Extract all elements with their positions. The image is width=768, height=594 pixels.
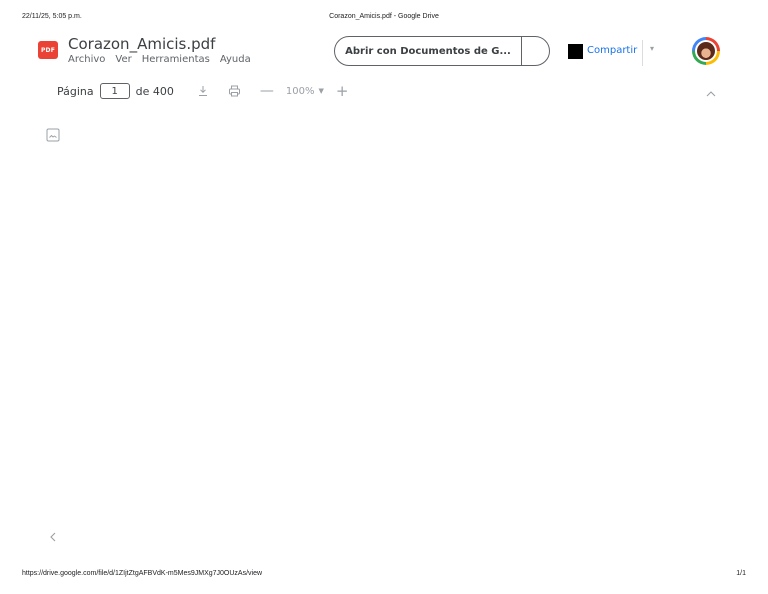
page-label: Página — [57, 84, 94, 98]
page-total: de 400 — [135, 84, 174, 98]
share-button[interactable]: Compartir — [587, 45, 637, 56]
caret-down-icon[interactable]: ▼ — [318, 87, 323, 95]
chevron-up-icon[interactable] — [705, 86, 717, 97]
menu-item-ver[interactable]: Ver — [115, 54, 131, 65]
zoom-in-button[interactable]: + — [336, 82, 349, 100]
print-icon[interactable] — [228, 84, 242, 98]
share-dropdown-icon[interactable]: ▾ — [650, 44, 654, 53]
menu-bar: Archivo Ver Herramientas Ayuda — [68, 54, 251, 65]
open-with-button-group: Abrir con Documentos de G... — [334, 36, 550, 66]
avatar-image — [697, 42, 715, 60]
page-url: https://drive.google.com/file/d/1ZIjtZtg… — [22, 570, 263, 577]
avatar[interactable] — [692, 37, 720, 65]
print-title: Corazon_Amicis.pdf - Google Drive — [329, 13, 439, 20]
share-divider — [642, 40, 643, 66]
page-number-input[interactable] — [99, 83, 130, 99]
open-with-button[interactable]: Abrir con Documentos de G... — [335, 37, 522, 65]
open-with-dropdown-button[interactable] — [522, 37, 549, 65]
page-count: 1/1 — [736, 570, 746, 577]
download-icon[interactable] — [196, 84, 210, 98]
menu-item-herramientas[interactable]: Herramientas — [142, 54, 210, 65]
pdf-toolbar: Página de 400 — 100% ▼ + — [57, 82, 348, 100]
print-header: 22/11/25, 5:05 p.m. Corazon_Amicis.pdf -… — [22, 13, 746, 25]
print-footer: https://drive.google.com/file/d/1ZIjtZtg… — [22, 570, 746, 582]
image-icon[interactable] — [46, 128, 60, 142]
chevron-left-icon[interactable] — [48, 530, 58, 544]
avatar-ring — [695, 40, 717, 62]
zoom-level[interactable]: 100% — [286, 86, 315, 97]
zoom-out-button[interactable]: — — [260, 83, 274, 99]
pdf-file-icon: PDF — [38, 41, 58, 59]
menu-item-ayuda[interactable]: Ayuda — [220, 54, 251, 65]
file-name[interactable]: Corazon_Amicis.pdf — [68, 35, 215, 53]
menu-item-archivo[interactable]: Archivo — [68, 54, 105, 65]
share-icon[interactable] — [568, 44, 583, 59]
